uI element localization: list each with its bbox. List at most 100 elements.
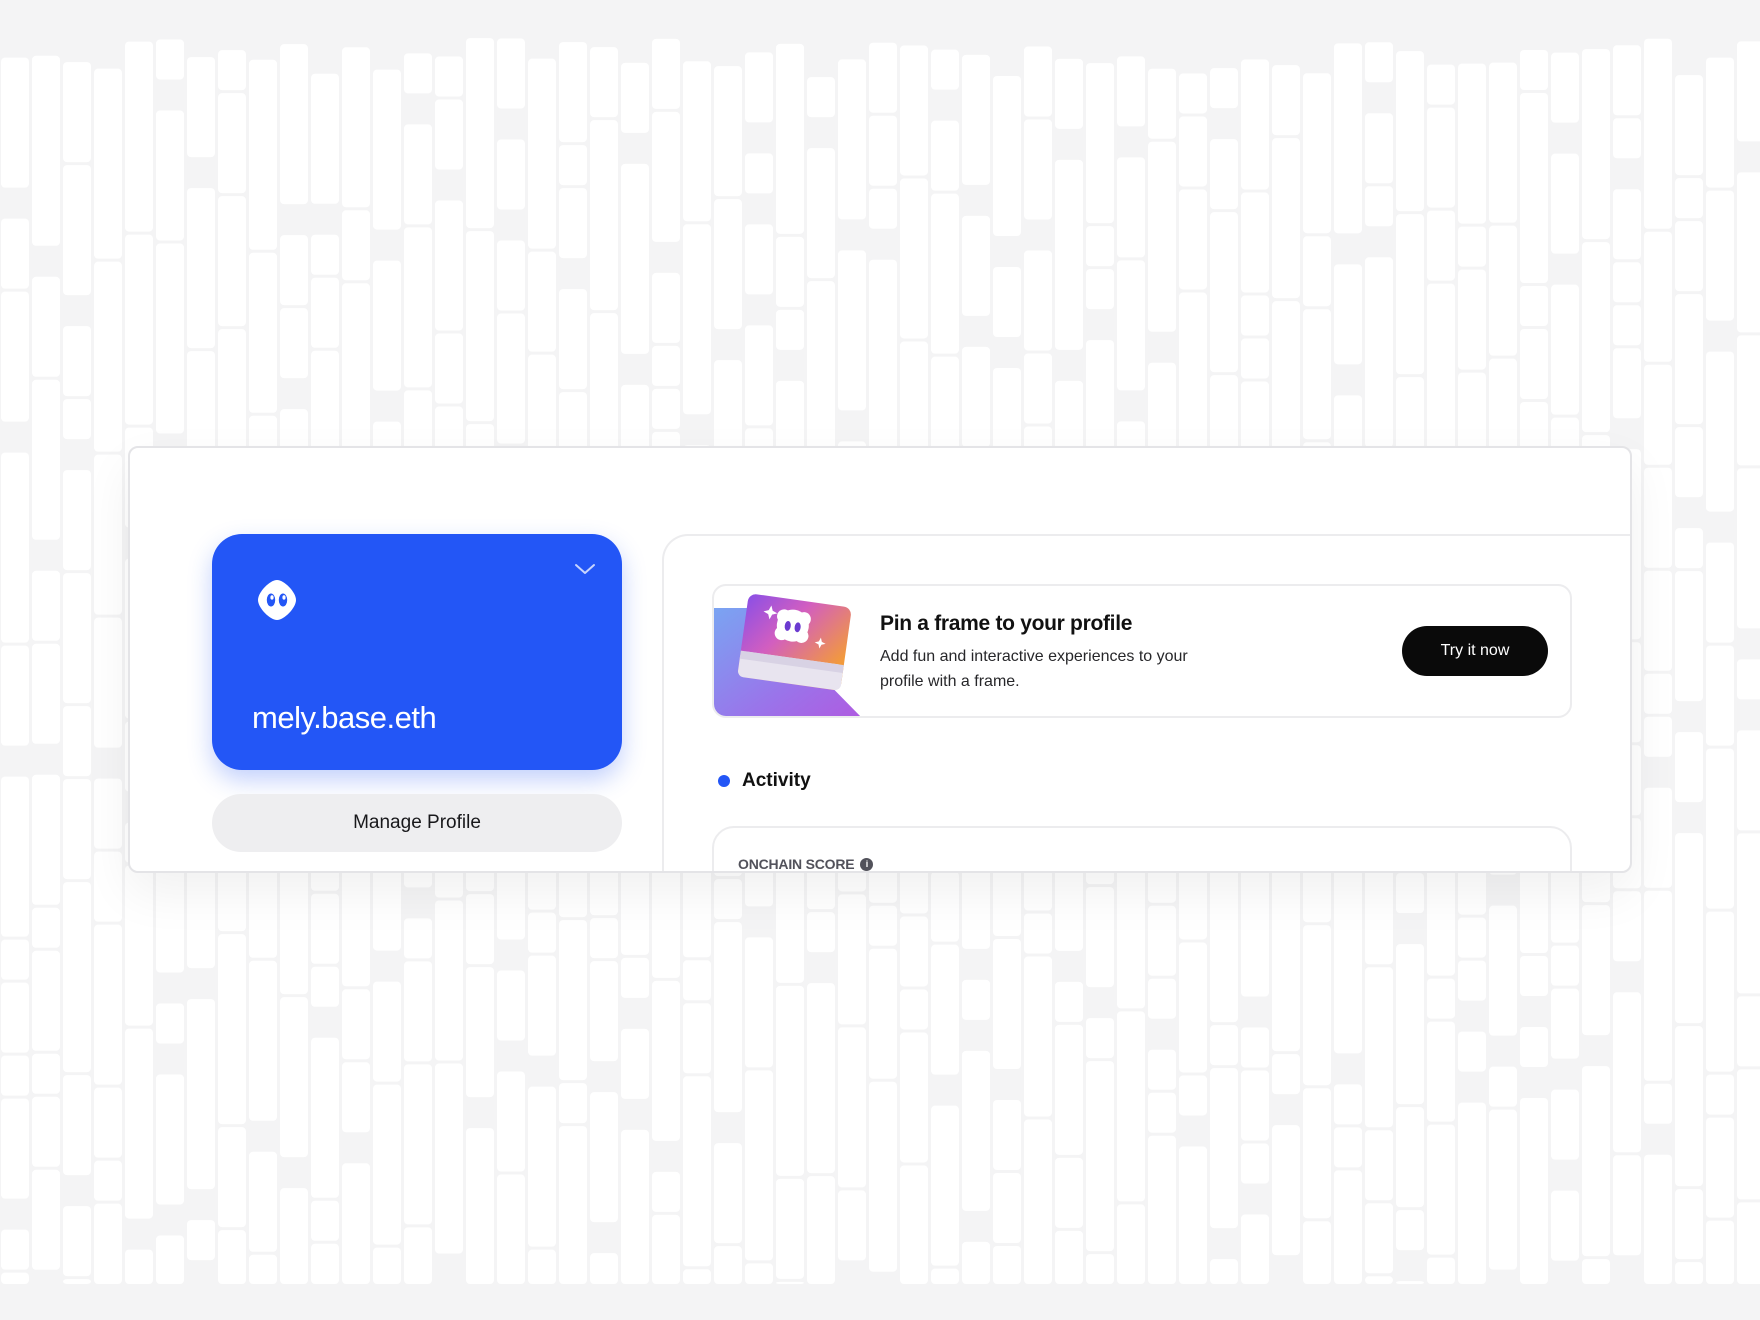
background-tile: [342, 283, 370, 474]
background-tile: [559, 42, 587, 143]
background-tile: [776, 309, 804, 350]
background-tile: [652, 38, 680, 109]
background-tile: [1179, 942, 1207, 1073]
background-tile: [1024, 119, 1052, 220]
background-tile: [1489, 225, 1517, 356]
background-tile: [404, 227, 432, 388]
background-tile: [1551, 153, 1579, 254]
background-tile: [1055, 981, 1083, 1022]
background-tile: [1613, 891, 1641, 962]
background-tile: [1644, 890, 1672, 1081]
background-tile: [931, 120, 959, 191]
background-tile: [32, 570, 60, 641]
background-tile: [528, 251, 556, 352]
frame-illustration: [714, 594, 861, 716]
background-tile: [1675, 1026, 1703, 1187]
background-tile: [745, 1263, 773, 1284]
background-tile: [32, 276, 60, 377]
background-tile: [900, 989, 928, 1030]
background-tile: [1, 645, 29, 746]
background-tile: [590, 120, 618, 311]
background-tile: [218, 196, 246, 327]
background-tile: [683, 61, 711, 222]
background-tile: [1365, 186, 1393, 227]
background-tile: [1, 57, 29, 188]
background-tile: [1706, 645, 1734, 746]
background-tile: [32, 907, 60, 948]
background-tile: [1613, 45, 1641, 116]
background-tile: [311, 234, 339, 275]
background-tile: [590, 1253, 618, 1284]
background-tile: [1613, 262, 1641, 303]
background-tile: [776, 985, 804, 1176]
try-it-now-button[interactable]: Try it now: [1402, 626, 1548, 676]
background-tile: [497, 1174, 525, 1284]
background-tile: [1241, 866, 1269, 997]
background-tile: [1737, 468, 1760, 629]
background-tile: [1365, 1276, 1393, 1284]
chevron-down-icon[interactable]: [574, 562, 596, 576]
background-tile: [94, 261, 122, 452]
background-tile: [652, 272, 680, 343]
background-tile: [1458, 917, 1486, 958]
background-tile: [497, 970, 525, 1041]
background-tile: [1706, 1117, 1734, 1218]
background-tile: [1675, 1189, 1703, 1260]
background-tile: [807, 148, 835, 279]
background-tile: [311, 1037, 339, 1198]
background-tile: [1210, 1259, 1238, 1284]
background-tile: [962, 979, 990, 1020]
background-tile: [1706, 1220, 1734, 1284]
manage-profile-button[interactable]: Manage Profile: [212, 794, 622, 852]
background-tile: [1644, 673, 1672, 714]
background-tile: [1644, 1083, 1672, 1124]
background-tile: [1675, 833, 1703, 1024]
background-tile: [1675, 1262, 1703, 1284]
background-tile: [621, 62, 649, 133]
background-tile: [94, 454, 122, 615]
background-tile: [1427, 1257, 1455, 1284]
background-tile: [1613, 305, 1641, 346]
background-tile: [32, 55, 60, 246]
background-tile: [1551, 1089, 1579, 1160]
background-tile: [1148, 1092, 1176, 1133]
background-tile: [63, 1206, 91, 1277]
info-icon[interactable]: i: [860, 857, 874, 871]
background-tile: [900, 1032, 928, 1163]
background-tile: [249, 59, 277, 250]
background-tile: [1551, 52, 1579, 123]
profile-window: mely.base.eth Manage Profile Pin a frame…: [128, 446, 1632, 873]
background-tile: [1272, 65, 1300, 136]
background-tile: [1675, 178, 1703, 219]
background-tile: [1737, 172, 1760, 333]
background-tile: [32, 1096, 60, 1167]
background-tile: [993, 76, 1021, 237]
background-tile: [373, 981, 401, 1082]
background-tile: [931, 1268, 959, 1284]
background-tile: [156, 243, 184, 434]
background-tile: [1241, 1027, 1269, 1068]
background-tile: [931, 193, 959, 354]
background-tile: [869, 948, 897, 1079]
background-tile: [1706, 190, 1734, 321]
background-tile: [1210, 68, 1238, 109]
background-tile: [1086, 269, 1114, 310]
background-tile: [373, 260, 401, 391]
background-tile: [1427, 978, 1455, 1019]
background-tile: [776, 1178, 804, 1279]
background-tile: [528, 354, 556, 455]
background-tile: [652, 388, 680, 429]
background-tile: [497, 1071, 525, 1172]
background-tile: [807, 281, 835, 472]
background-tile: [311, 893, 339, 964]
background-tile: [993, 1100, 1021, 1171]
background-tile: [1365, 967, 1393, 1128]
background-tile: [1706, 542, 1734, 643]
background-tile: [156, 1235, 184, 1284]
basename-smiley-logo-icon: [258, 580, 296, 620]
background-tile: [466, 894, 494, 965]
background-tile: [1148, 1135, 1176, 1284]
background-tile: [1458, 226, 1486, 267]
background-tile: [1396, 1281, 1424, 1284]
background-tile: [869, 259, 897, 450]
